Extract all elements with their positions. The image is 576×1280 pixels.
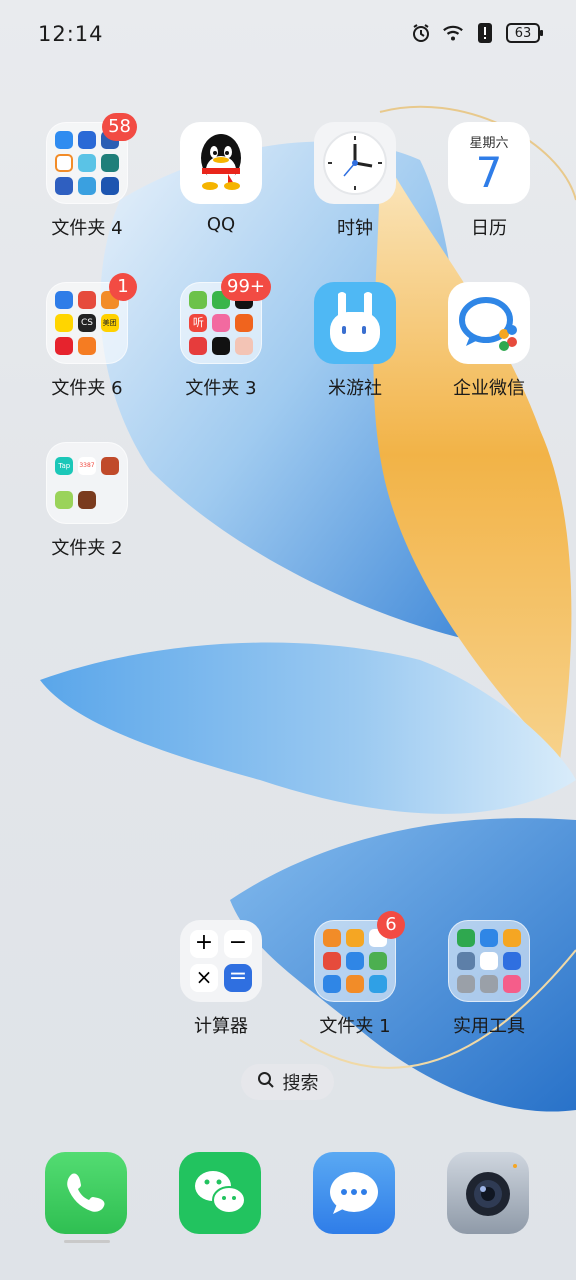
calendar-weekday: 星期六 bbox=[469, 136, 509, 151]
search-label: 搜索 bbox=[282, 1073, 319, 1094]
app-label: 企业微信 bbox=[453, 378, 525, 399]
app-label: 计算器 bbox=[194, 1016, 248, 1037]
folder-2[interactable]: Tap 3387 文件夹 2 bbox=[27, 442, 147, 560]
notification-badge: 58 bbox=[102, 113, 137, 141]
wecom-icon bbox=[448, 282, 530, 364]
search-icon bbox=[257, 1071, 275, 1094]
alert-icon bbox=[474, 22, 496, 44]
equals-icon: = bbox=[224, 964, 252, 992]
folder-6-icon: CS 美团 1 bbox=[46, 273, 137, 364]
calculator-icon: + − × = bbox=[180, 920, 262, 1002]
minus-icon: − bbox=[224, 930, 252, 958]
clock-icon bbox=[314, 122, 396, 204]
dock-wechat[interactable] bbox=[179, 1152, 261, 1234]
app-label: 时钟 bbox=[337, 218, 373, 239]
folder-6[interactable]: CS 美团 1 文件夹 6 bbox=[27, 273, 147, 400]
app-label: 米游社 bbox=[328, 378, 382, 399]
battery-icon: 63 bbox=[506, 23, 543, 43]
status-bar: 12:14 63 bbox=[0, 0, 576, 70]
folder-1-icon: 6 bbox=[314, 911, 405, 1002]
folder-mini-ting: 听 bbox=[189, 313, 208, 332]
status-icons: 63 bbox=[410, 22, 543, 44]
folder-mini-tap: Tap bbox=[55, 457, 74, 475]
app-label: 文件夹 3 bbox=[185, 378, 257, 399]
calendar-icon: 星期六 7 bbox=[448, 122, 530, 204]
app-label: 文件夹 6 bbox=[51, 378, 123, 399]
miyoushe-icon bbox=[314, 282, 396, 364]
multiply-icon: × bbox=[190, 964, 218, 992]
messages-icon bbox=[330, 1172, 378, 1214]
app-calendar[interactable]: 星期六 7 日历 bbox=[429, 122, 549, 240]
notification-badge: 99+ bbox=[221, 273, 271, 301]
app-label: QQ bbox=[206, 214, 236, 235]
folder-3-icon: 听 99+ bbox=[180, 273, 271, 364]
camera-icon bbox=[466, 1164, 517, 1216]
phone-icon bbox=[67, 1173, 105, 1212]
alarm-icon bbox=[410, 22, 432, 44]
folder-4[interactable]: 58 文件夹 4 bbox=[27, 113, 147, 240]
tools-folder-icon bbox=[448, 920, 530, 1002]
dock-indicator bbox=[64, 1240, 110, 1243]
folder-2-icon: Tap 3387 bbox=[46, 442, 128, 524]
app-label: 文件夹 1 bbox=[319, 1016, 391, 1037]
folder-4-icon: 58 bbox=[46, 113, 137, 204]
app-miyoushe[interactable]: 米游社 bbox=[295, 282, 415, 400]
notification-badge: 1 bbox=[109, 273, 137, 301]
dock-camera[interactable] bbox=[447, 1152, 529, 1234]
calendar-day: 7 bbox=[475, 148, 503, 197]
app-wecom[interactable]: 企业微信 bbox=[429, 282, 549, 400]
notification-badge: 6 bbox=[377, 911, 405, 939]
folder-mini-cs: CS bbox=[77, 313, 96, 332]
wechat-icon bbox=[195, 1171, 246, 1214]
wifi-icon bbox=[442, 22, 464, 44]
search-button[interactable]: 搜索 bbox=[241, 1064, 334, 1100]
dock-messages[interactable] bbox=[313, 1152, 395, 1234]
plus-icon: + bbox=[190, 930, 218, 958]
app-label: 文件夹 2 bbox=[51, 538, 123, 559]
app-label: 实用工具 bbox=[453, 1016, 525, 1037]
folder-1[interactable]: 6 文件夹 1 bbox=[295, 911, 415, 1038]
folder-mini-meituan: 美团 bbox=[100, 313, 119, 332]
app-label: 日历 bbox=[471, 218, 507, 239]
folder-tools[interactable]: 实用工具 bbox=[429, 920, 549, 1038]
status-time: 12:14 bbox=[38, 22, 104, 46]
app-label: 文件夹 4 bbox=[51, 218, 123, 239]
app-calculator[interactable]: + − × = 计算器 bbox=[161, 920, 281, 1038]
app-qq[interactable]: QQ bbox=[161, 122, 281, 235]
dock-phone[interactable] bbox=[45, 1152, 127, 1234]
qq-icon bbox=[180, 122, 262, 204]
app-clock[interactable]: 时钟 bbox=[295, 122, 415, 240]
folder-mini-3387: 3387 bbox=[77, 457, 96, 475]
folder-3[interactable]: 听 99+ 文件夹 3 bbox=[161, 273, 281, 400]
